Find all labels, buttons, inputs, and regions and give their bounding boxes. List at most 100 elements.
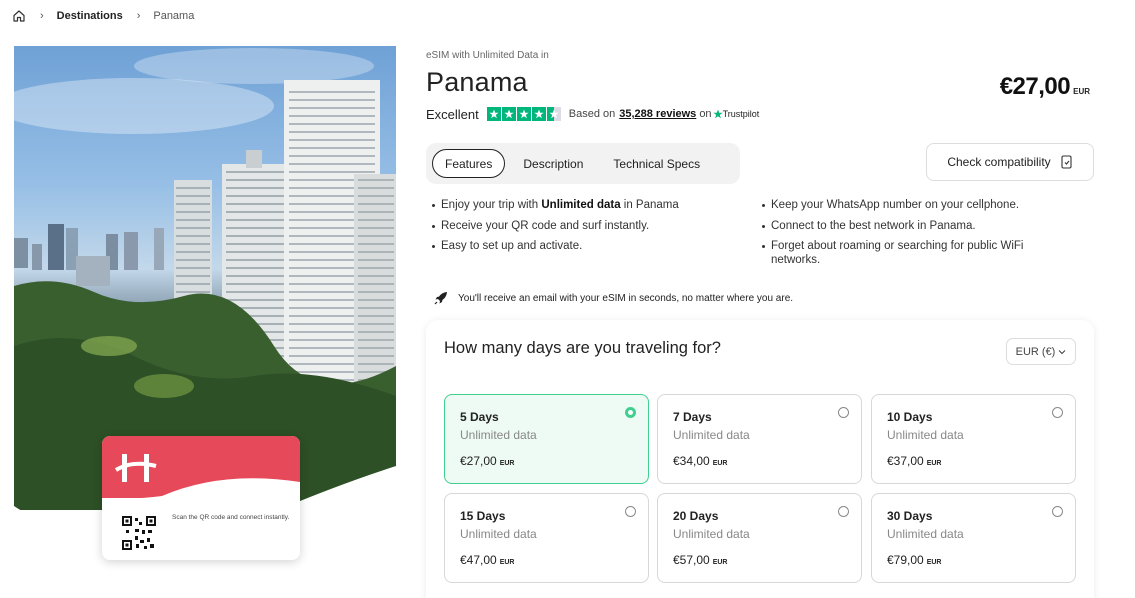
- radio-button[interactable]: [838, 506, 849, 517]
- star-half-icon: [546, 107, 561, 121]
- reviews-link[interactable]: 35,288 reviews: [619, 108, 696, 120]
- plan-price-amount: €27,00: [460, 454, 497, 468]
- plan-price: €34,00 EUR: [673, 454, 727, 468]
- plan-price-currency: EUR: [926, 559, 942, 566]
- plan-data: Unlimited data: [887, 428, 964, 442]
- plan-option-10-days[interactable]: 10 Days Unlimited data €37,00 EUR: [871, 394, 1076, 484]
- plan-data: Unlimited data: [460, 428, 537, 442]
- chevron-right-icon: ›: [136, 10, 141, 22]
- trustpilot-star-icon: [712, 109, 723, 119]
- star-icon: [501, 107, 516, 121]
- feature-item: Keep your WhatsApp number on your cellph…: [762, 198, 1062, 212]
- plan-price-amount: €79,00: [887, 553, 924, 567]
- check-compatibility-button[interactable]: Check compatibility: [926, 143, 1094, 181]
- breadcrumb-current: Panama: [153, 10, 195, 22]
- rating-label: Excellent: [426, 106, 479, 122]
- plan-data: Unlimited data: [673, 428, 750, 442]
- chevron-right-icon: ›: [40, 10, 44, 22]
- plan-price: €37,00 EUR: [887, 454, 941, 468]
- plan-option-7-days[interactable]: 7 Days Unlimited data €34,00 EUR: [657, 394, 862, 484]
- plan-price: €57,00 EUR: [673, 553, 727, 567]
- breadcrumb-destinations[interactable]: Destinations: [57, 10, 123, 22]
- plan-price: €47,00 EUR: [460, 553, 514, 567]
- qr-code-icon: [122, 516, 156, 550]
- plan-price-currency: EUR: [499, 460, 515, 467]
- tab-features[interactable]: Features: [432, 149, 506, 178]
- plan-price-currency: EUR: [499, 559, 515, 566]
- check-compatibility-label: Check compatibility: [947, 155, 1051, 169]
- radio-button[interactable]: [625, 407, 636, 418]
- price-currency: EUR: [1073, 87, 1090, 96]
- days-question: How many days are you traveling for?: [444, 339, 721, 357]
- page-title: Panama: [426, 67, 528, 97]
- plan-price-amount: €57,00: [673, 553, 710, 567]
- radio-button[interactable]: [1052, 506, 1063, 517]
- plan-price-amount: €37,00: [887, 454, 924, 468]
- plan-price: €79,00 EUR: [887, 553, 941, 567]
- product-main: eSIM with Unlimited Data in Panama €27,0…: [426, 0, 1096, 598]
- currency-value: EUR (€): [1015, 345, 1056, 358]
- feature-text: Receive your QR code and surf instantly.: [441, 219, 650, 232]
- home-icon[interactable]: [12, 9, 26, 23]
- product-tabs: Features Description Technical Specs: [426, 143, 740, 184]
- plan-data: Unlimited data: [460, 527, 537, 541]
- plan-price-amount: €34,00: [673, 454, 710, 468]
- plan-days: 30 Days: [887, 509, 933, 523]
- features-right: Keep your WhatsApp number on your cellph…: [762, 198, 1062, 274]
- phone-check-icon: [1061, 155, 1072, 169]
- trustpilot-logo: Trustpilot: [712, 109, 760, 119]
- email-notice-text: You'll receive an email with your eSIM i…: [458, 292, 794, 304]
- plan-data: Unlimited data: [673, 527, 750, 541]
- plan-option-30-days[interactable]: 30 Days Unlimited data €79,00 EUR: [871, 493, 1076, 583]
- star-icon: [516, 107, 531, 121]
- plan-data: Unlimited data: [887, 527, 964, 541]
- plan-price-currency: EUR: [712, 559, 728, 566]
- esim-card: Scan the QR code and connect instantly.: [102, 436, 300, 560]
- trustpilot-rating: Excellent Based on 35,288 reviews on Tru…: [426, 105, 759, 123]
- breadcrumb: › Destinations › Panama: [12, 8, 194, 24]
- plan-price: €27,00 EUR: [460, 454, 514, 468]
- radio-button[interactable]: [1052, 407, 1063, 418]
- feature-text: in Panama: [620, 199, 679, 211]
- plan-price-currency: EUR: [926, 460, 942, 467]
- rating-stars: [486, 107, 561, 121]
- trustpilot-name: Trustpilot: [722, 109, 760, 119]
- chevron-down-icon: [1058, 349, 1066, 354]
- plan-days: 10 Days: [887, 410, 933, 424]
- price-amount: €27,00: [999, 73, 1071, 100]
- holafly-logo-icon: [114, 454, 157, 482]
- days-selector-panel: How many days are you traveling for? EUR…: [426, 320, 1094, 598]
- radio-button[interactable]: [838, 407, 849, 418]
- tab-description[interactable]: Description: [511, 149, 595, 178]
- features-left: Enjoy your trip with Unlimited data in P…: [432, 198, 752, 260]
- radio-button[interactable]: [625, 506, 636, 517]
- feature-text: Easy to set up and activate.: [441, 240, 583, 252]
- sim-card-text: Scan the QR code and connect instantly.: [172, 514, 290, 521]
- feature-item: Connect to the best network in Panama.: [762, 219, 1062, 233]
- star-icon: [531, 107, 546, 121]
- hero-image: Scan the QR code and connect instantly.: [14, 46, 396, 586]
- plan-days: 7 Days: [673, 410, 712, 424]
- product-price: €27,00 EUR: [1000, 73, 1090, 101]
- plan-option-5-days[interactable]: 5 Days Unlimited data €27,00 EUR: [444, 394, 649, 484]
- plan-option-15-days[interactable]: 15 Days Unlimited data €47,00 EUR: [444, 493, 649, 583]
- feature-item: Receive your QR code and surf instantly.: [432, 219, 752, 233]
- feature-bold: Unlimited data: [541, 199, 621, 211]
- plan-days: 15 Days: [460, 509, 506, 523]
- feature-text: Enjoy your trip with: [441, 199, 542, 211]
- feature-item: Forget about roaming or searching for pu…: [762, 239, 1047, 267]
- email-notice: You'll receive an email with your eSIM i…: [434, 291, 793, 305]
- plan-option-20-days[interactable]: 20 Days Unlimited data €57,00 EUR: [657, 493, 862, 583]
- tab-technical-specs[interactable]: Technical Specs: [601, 149, 712, 178]
- plan-days: 20 Days: [673, 509, 719, 523]
- feature-item: Easy to set up and activate.: [432, 239, 752, 253]
- plan-days: 5 Days: [460, 410, 499, 424]
- rating-based-on: Based on: [568, 108, 616, 120]
- rocket-icon: [434, 292, 447, 305]
- product-subtitle: eSIM with Unlimited Data in: [426, 50, 549, 61]
- star-icon: [486, 107, 501, 121]
- currency-select[interactable]: EUR (€): [1006, 338, 1076, 365]
- plan-price-currency: EUR: [712, 460, 728, 467]
- feature-item: Enjoy your trip with Unlimited data in P…: [432, 198, 752, 212]
- plan-price-amount: €47,00: [460, 553, 497, 567]
